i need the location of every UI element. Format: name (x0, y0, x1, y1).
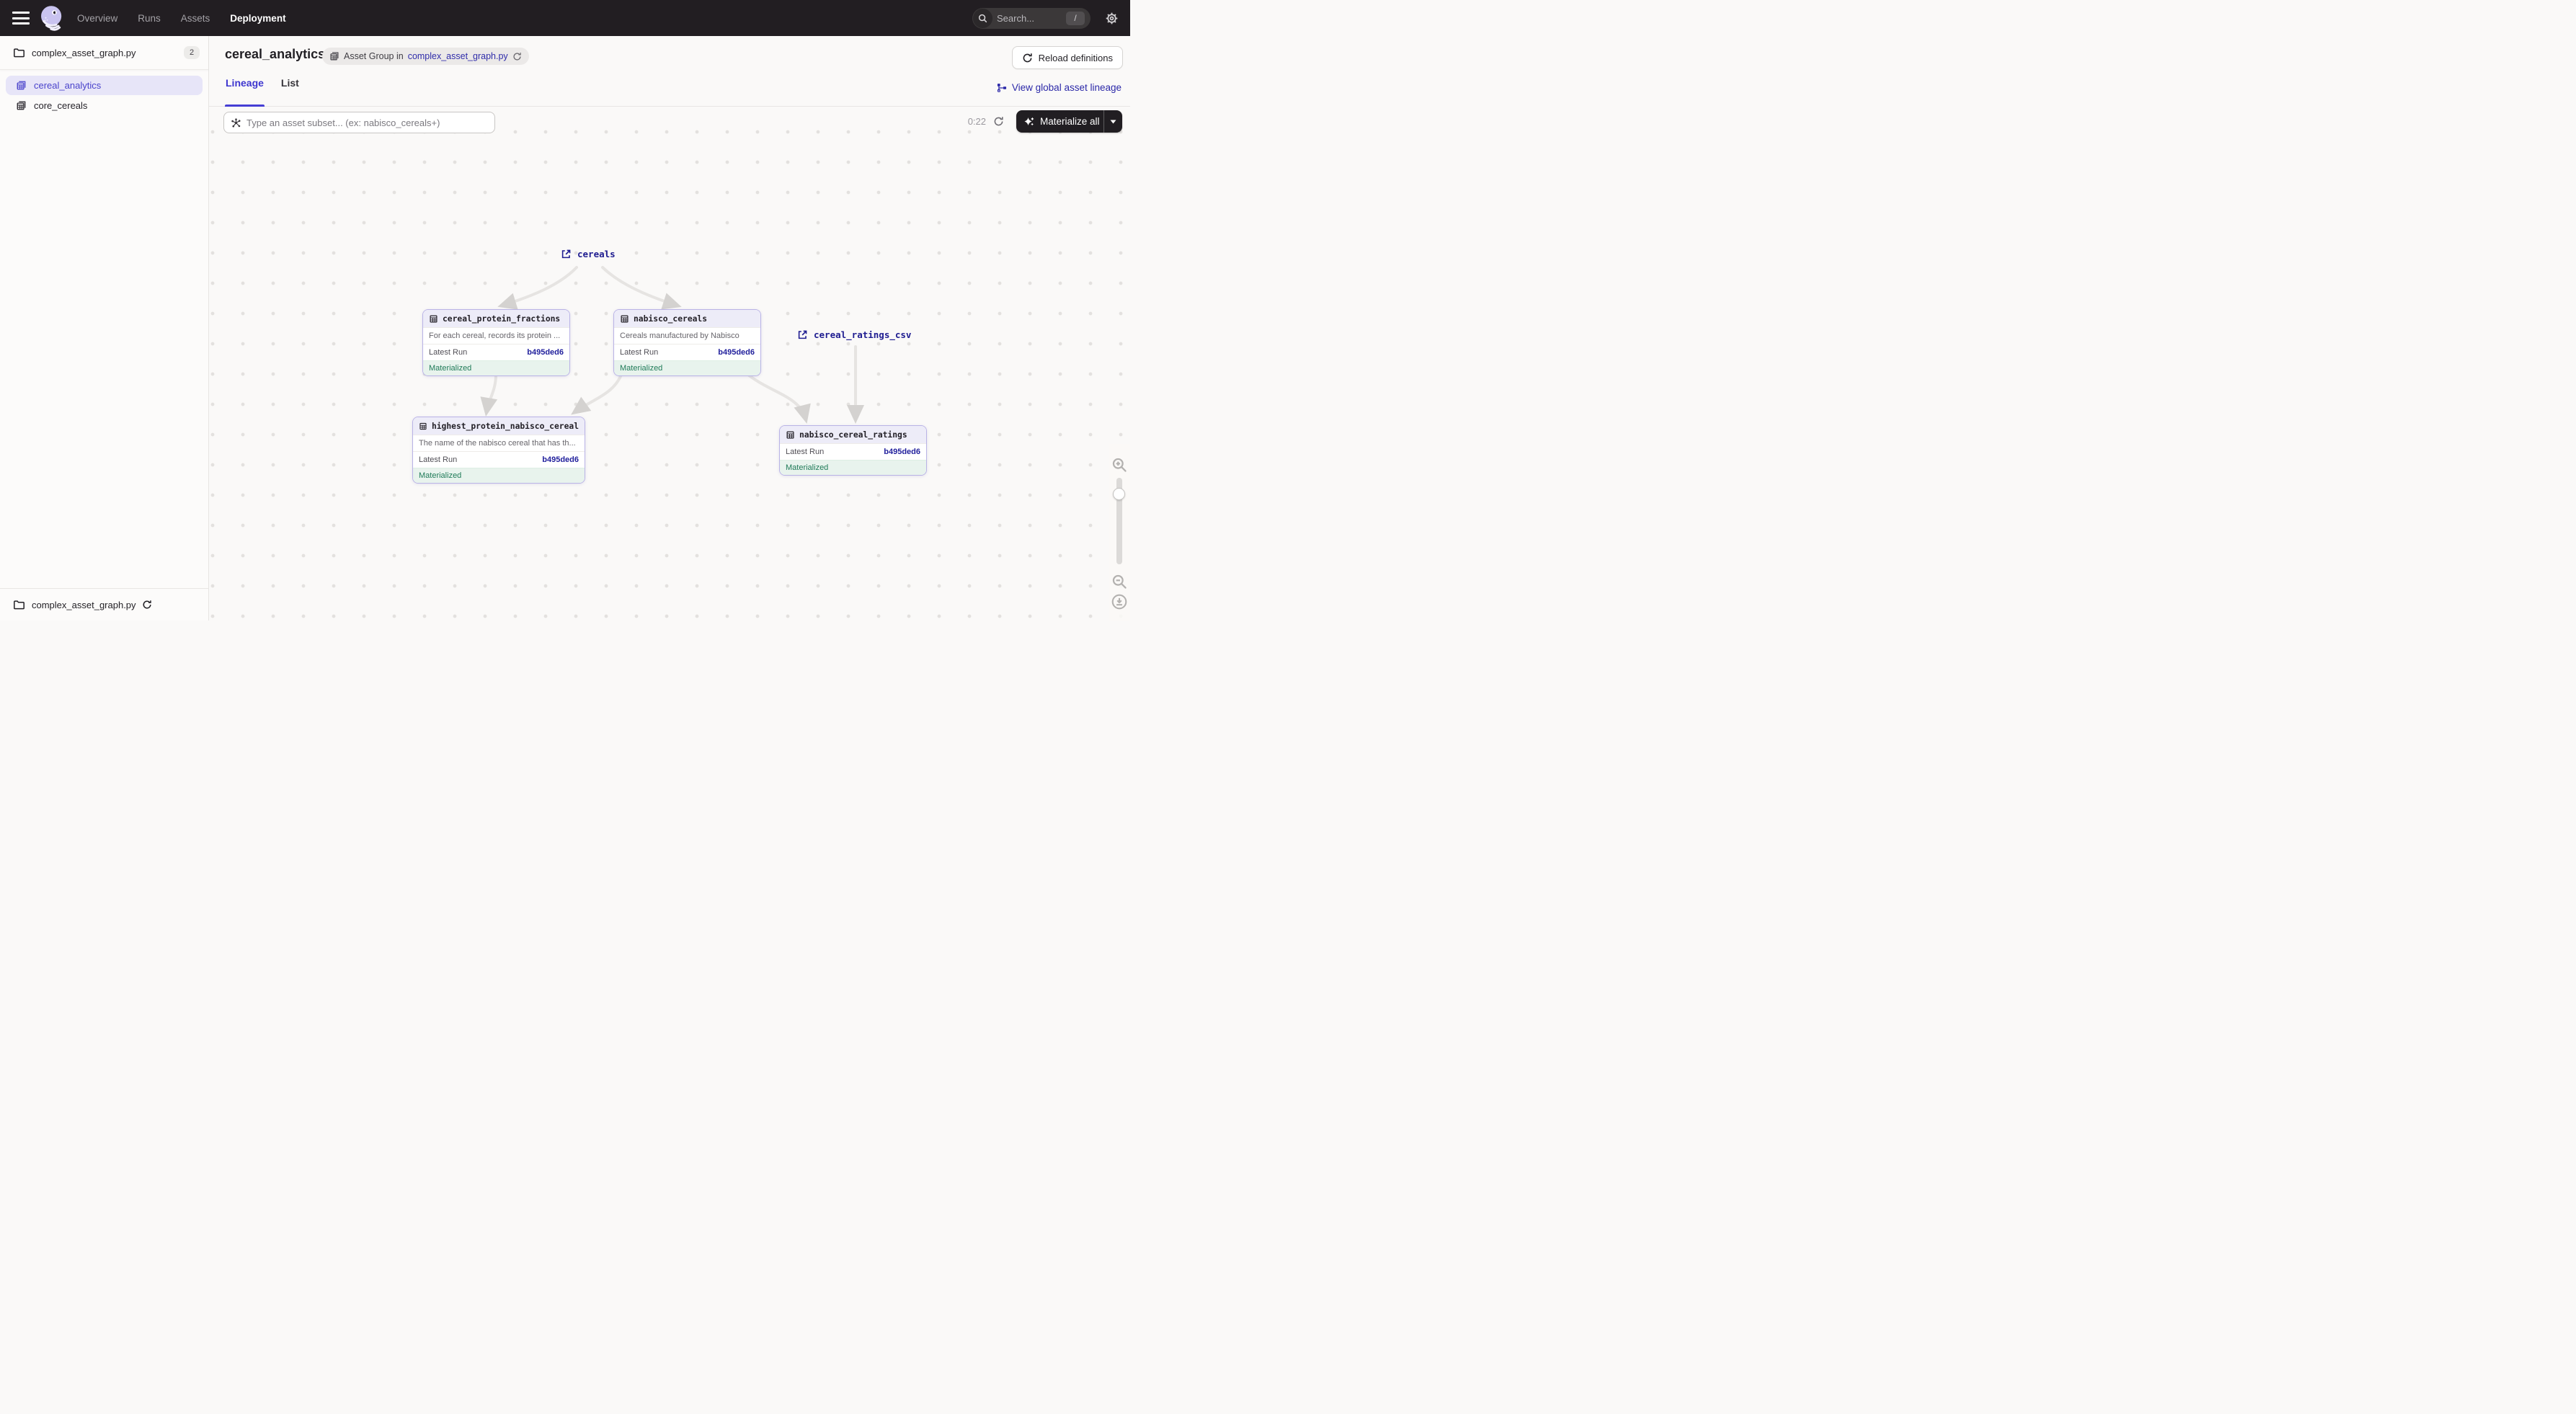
zoom-slider-knob[interactable] (1113, 488, 1125, 500)
asset-group-prefix: Asset Group in (344, 51, 404, 61)
folder-icon (13, 47, 25, 58)
code-location-name: complex_asset_graph.py (32, 48, 184, 58)
materialization-status-badge: Materialized (614, 360, 760, 375)
table-icon (429, 314, 438, 324)
asset-node-nabisco-cereals[interactable]: nabisco_cereals Cereals manufactured by … (613, 309, 761, 376)
asset-description: The name of the nabisco cereal that has … (413, 435, 585, 451)
caret-down-icon (1110, 120, 1116, 124)
asset-name: highest_protein_nabisco_cereal (432, 422, 579, 431)
refresh-icon[interactable] (993, 116, 1004, 127)
table-icon (419, 422, 427, 431)
external-asset-name: cereals (577, 249, 616, 259)
asset-node-nabisco-cereal-ratings[interactable]: nabisco_cereal_ratings Latest Run b495de… (779, 425, 927, 476)
lineage-graph-icon (997, 83, 1007, 93)
zoom-controls (1109, 444, 1130, 621)
page-title: cereal_analytics (225, 47, 325, 62)
sidebar-item-cereal-analytics[interactable]: cereal_analytics (6, 76, 203, 95)
search-input[interactable] (997, 13, 1059, 24)
view-global-asset-lineage-label: View global asset lineage (1012, 82, 1122, 93)
code-location-header[interactable]: complex_asset_graph.py 2 (0, 36, 208, 70)
sidebar-item-label: core_cereals (34, 100, 87, 111)
refresh-icon[interactable] (512, 52, 522, 61)
view-global-asset-lineage-link[interactable]: View global asset lineage (997, 82, 1122, 93)
nav-item-runs[interactable]: Runs (138, 13, 161, 24)
footer-code-location-name: complex_asset_graph.py (32, 600, 136, 610)
external-asset-icon (797, 329, 808, 340)
sidebar-item-label: cereal_analytics (34, 80, 101, 91)
asset-graph-filter-icon (231, 117, 241, 128)
asset-description: Cereals manufactured by Nabisco (614, 327, 760, 344)
zoom-slider[interactable] (1116, 478, 1122, 564)
refresh-countdown: 0:22 (951, 116, 986, 127)
external-asset-cereals[interactable]: cereals (561, 249, 616, 259)
table-icon (620, 314, 629, 324)
lineage-graph-canvas[interactable]: 0:22 Materialize all cereals cereal_rati… (209, 107, 1130, 621)
recenter-view-icon[interactable] (1111, 594, 1127, 610)
zoom-in-icon[interactable] (1111, 457, 1127, 473)
asset-name: cereal_protein_fractions (443, 314, 560, 324)
dagster-logo-icon[interactable] (38, 4, 66, 32)
search-box[interactable]: / (972, 8, 1091, 29)
nav-item-deployment[interactable]: Deployment (230, 13, 285, 24)
latest-run-label: Latest Run (620, 348, 658, 357)
asset-group-count-badge: 2 (184, 46, 200, 59)
view-tabs: Lineage List (226, 77, 299, 107)
sidebar-item-core-cereals[interactable]: core_cereals (6, 96, 203, 115)
search-icon (973, 9, 992, 28)
latest-run-link[interactable]: b495ded6 (884, 448, 920, 456)
materialize-options-caret[interactable] (1103, 110, 1122, 133)
latest-run-link[interactable]: b495ded6 (718, 348, 755, 357)
tab-list[interactable]: List (281, 77, 299, 107)
top-nav-links: Overview Runs Assets Deployment (77, 13, 286, 24)
asset-name: nabisco_cereal_ratings (799, 430, 907, 440)
nav-item-assets[interactable]: Assets (181, 13, 210, 24)
external-asset-icon (561, 249, 572, 259)
latest-run-link[interactable]: b495ded6 (527, 348, 564, 357)
asset-group-icon (329, 51, 339, 61)
asset-node-cereal-protein-fractions[interactable]: cereal_protein_fractions For each cereal… (422, 309, 570, 376)
latest-run-link[interactable]: b495ded6 (542, 455, 579, 464)
code-location-sidebar: complex_asset_graph.py 2 cereal_analytic… (0, 36, 209, 621)
asset-group-icon (16, 80, 27, 91)
zoom-out-icon[interactable] (1111, 574, 1127, 590)
asset-name: nabisco_cereals (634, 314, 707, 324)
asset-description: For each cereal, records its protein ... (423, 327, 569, 344)
gear-icon[interactable] (1105, 12, 1119, 25)
latest-run-label: Latest Run (786, 448, 824, 456)
asset-group-breadcrumb-pill: Asset Group in complex_asset_graph.py (322, 48, 529, 65)
table-icon (786, 430, 795, 440)
asset-node-highest-protein-nabisco-cereal[interactable]: highest_protein_nabisco_cereal The name … (412, 417, 585, 484)
sparkle-icon (1023, 116, 1035, 128)
reload-definitions-button[interactable]: Reload definitions (1012, 46, 1123, 69)
nav-item-overview[interactable]: Overview (77, 13, 117, 24)
materialize-all-label: Materialize all (1040, 116, 1100, 127)
external-asset-cereal-ratings-csv[interactable]: cereal_ratings_csv (797, 329, 911, 340)
asset-group-header: cereal_analytics Asset Group in complex_… (209, 36, 1130, 107)
top-navigation-bar: Overview Runs Assets Deployment / (0, 0, 1130, 36)
materialize-all-button-group: Materialize all (1016, 110, 1122, 133)
code-location-link[interactable]: complex_asset_graph.py (408, 51, 508, 61)
folder-icon (13, 599, 25, 610)
asset-subset-input[interactable] (247, 117, 488, 128)
materialization-status-badge: Materialized (780, 460, 926, 475)
reload-icon[interactable] (142, 600, 152, 610)
search-shortcut-badge: / (1066, 12, 1085, 25)
asset-group-icon (16, 100, 27, 111)
materialization-status-badge: Materialized (413, 468, 585, 483)
reload-definitions-label: Reload definitions (1039, 53, 1113, 63)
materialization-status-badge: Materialized (423, 360, 569, 375)
menu-icon[interactable] (12, 12, 30, 25)
latest-run-label: Latest Run (419, 455, 457, 464)
external-asset-name: cereal_ratings_csv (814, 329, 911, 340)
materialize-all-button[interactable]: Materialize all (1016, 110, 1103, 133)
asset-subset-filter[interactable] (223, 112, 495, 133)
latest-run-label: Latest Run (429, 348, 467, 357)
reload-icon (1022, 53, 1033, 63)
tab-lineage[interactable]: Lineage (226, 77, 264, 107)
sidebar-footer: complex_asset_graph.py (0, 588, 208, 621)
